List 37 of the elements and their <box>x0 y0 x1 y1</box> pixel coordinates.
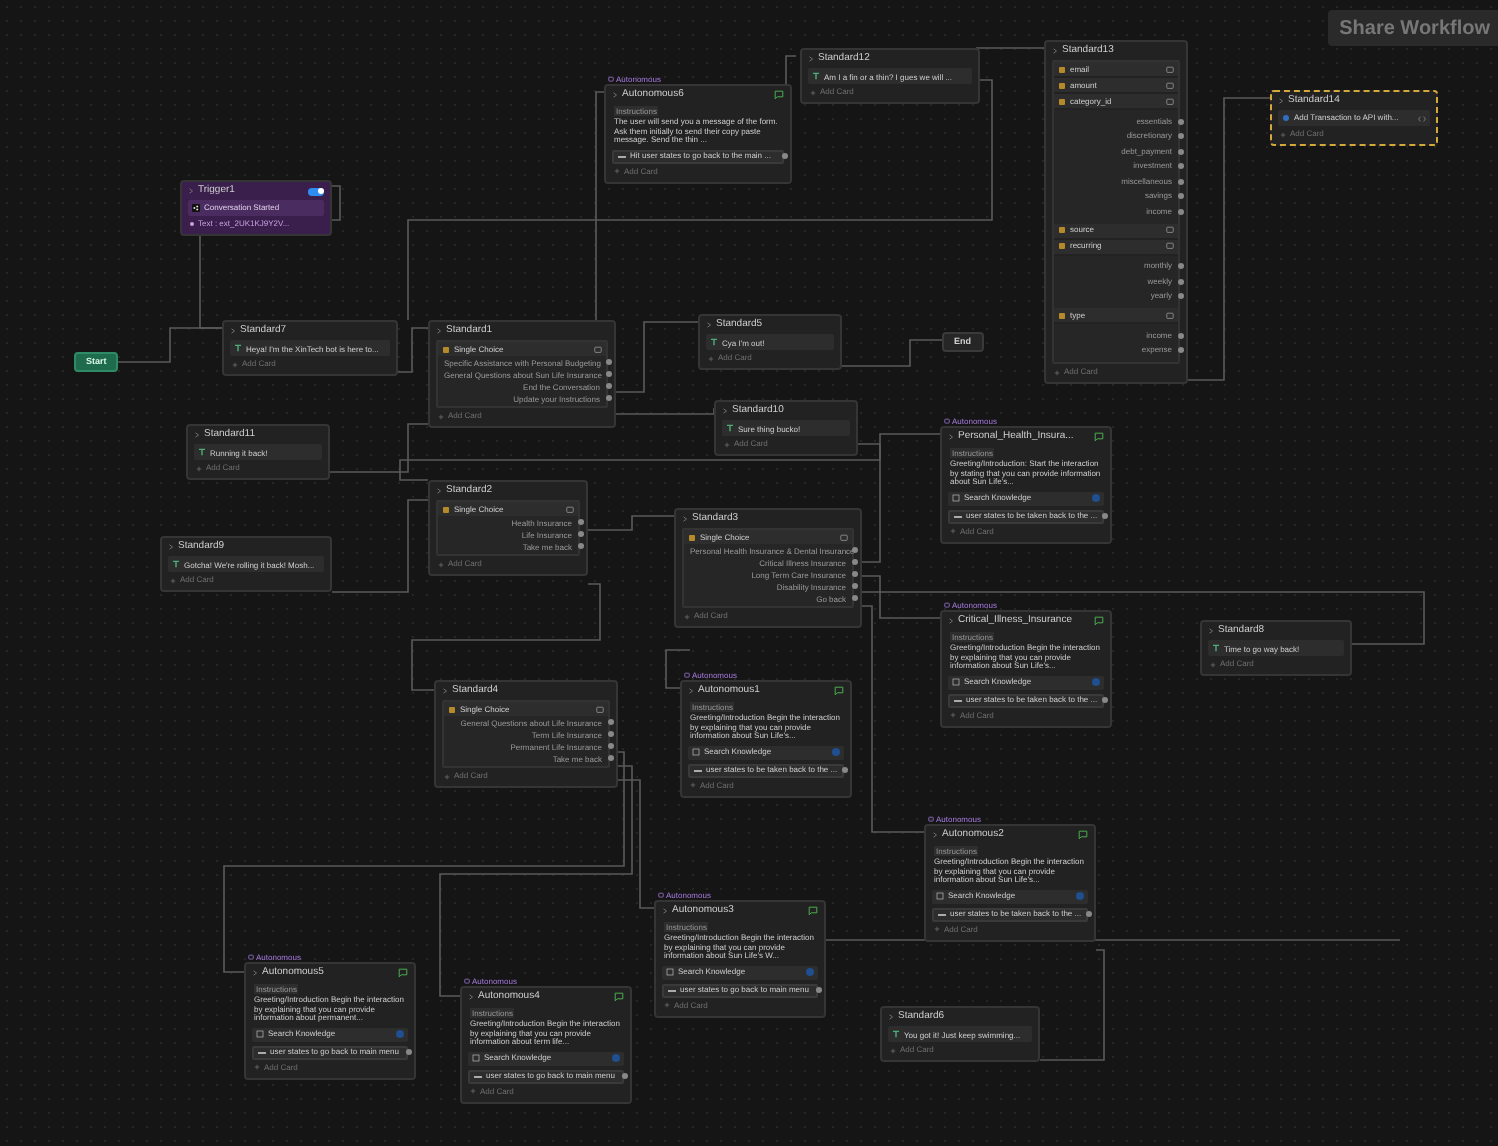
info-icon <box>806 968 814 977</box>
preview-icon[interactable] <box>840 533 848 541</box>
info-icon <box>396 1030 404 1039</box>
preview-icon[interactable] <box>596 705 604 713</box>
info-icon <box>1092 678 1100 687</box>
chat-icon <box>1078 830 1088 840</box>
preview-icon[interactable] <box>566 505 574 513</box>
list-icon <box>1058 311 1066 319</box>
exit-icon <box>474 1073 482 1080</box>
toggle-switch[interactable] <box>308 187 324 195</box>
list-icon <box>442 505 450 513</box>
preview-icon[interactable] <box>594 345 602 353</box>
preview-icon[interactable] <box>1166 311 1174 319</box>
share-icon <box>192 204 200 212</box>
chat-icon <box>398 968 408 978</box>
exit-icon <box>954 513 962 520</box>
list-icon <box>688 533 696 541</box>
list-icon <box>442 345 450 353</box>
chat-icon <box>1094 616 1104 626</box>
exit-icon <box>954 697 962 704</box>
info-icon <box>612 1054 620 1063</box>
chat-icon <box>614 992 624 1002</box>
exit-icon <box>694 767 702 774</box>
exit-icon <box>618 153 626 160</box>
code-icon <box>1418 115 1426 121</box>
exit-icon <box>668 987 676 994</box>
chat-icon <box>808 906 818 916</box>
chat-icon <box>834 686 844 696</box>
info-icon <box>1092 494 1100 503</box>
exit-icon <box>938 911 946 918</box>
exit-icon <box>258 1049 266 1056</box>
api-icon <box>1282 114 1290 122</box>
chat-icon <box>774 90 784 100</box>
info-icon <box>1076 892 1084 901</box>
info-icon <box>832 748 840 757</box>
chat-icon <box>1094 432 1104 442</box>
list-icon <box>448 705 456 713</box>
